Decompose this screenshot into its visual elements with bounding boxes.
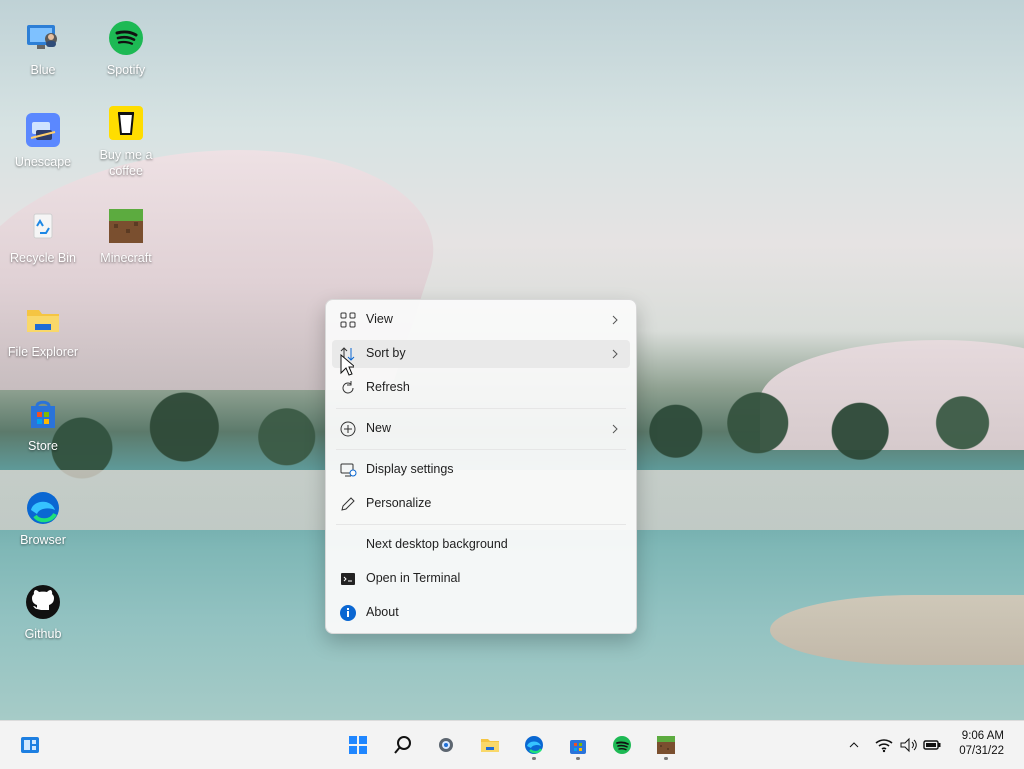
file-explorer-folder-icon [481,739,499,752]
chevron-right-icon [610,420,620,438]
menu-item-display-settings[interactable]: Display settings [332,456,630,484]
desktop-icon-recycle-bin[interactable]: Recycle Bin [0,208,86,266]
desktop-icon-unescape[interactable]: Unescape [0,112,86,170]
info-icon [339,604,357,622]
menu-item-open-in-terminal[interactable]: Open in Terminal [332,565,630,593]
desktop-icon-label: Github [24,627,62,641]
menu-item-about[interactable]: About [332,599,630,627]
menu-item-label: Next desktop background [366,537,508,551]
store-bag-icon [25,396,61,432]
desktop-icon-spotify[interactable]: Spotify [83,20,169,78]
running-indicator [532,757,536,760]
reed-bank [770,595,1024,665]
menu-separator [336,524,626,525]
pen-icon [339,495,357,513]
volume-icon[interactable] [898,735,918,755]
menu-item-new[interactable]: New [332,415,630,443]
desktop-icon-label: Unescape [14,155,72,169]
spotify-icon [108,20,144,56]
settings-button[interactable] [430,729,462,761]
menu-item-label: Personalize [366,496,432,510]
battery-icon[interactable] [922,735,942,755]
desktop-icon-label: Buy me a coffee [99,148,153,178]
recycle-bin-icon [25,208,61,244]
running-indicator [576,757,580,760]
minecraft-grass-block-icon [108,208,144,244]
taskbar: 9:06 AM 07/31/22 [0,720,1024,769]
menu-item-personalize[interactable]: Personalize [332,490,630,518]
chevron-up-icon[interactable] [844,735,864,755]
refresh-icon [339,379,357,397]
mouse-cursor-icon [340,353,357,376]
minecraft-taskbar-button[interactable] [650,729,682,761]
search-icon [394,736,411,754]
desktop-icon-buy-me-a-coffee[interactable]: Buy me a coffee [83,105,169,179]
desktop-icon-label: Spotify [106,63,146,77]
start-button[interactable] [342,729,374,761]
desktop-icon-blue[interactable]: Blue [0,20,86,78]
terminal-icon [339,570,357,588]
desktop-icon-browser[interactable]: Browser [0,490,86,548]
settings-gear-icon [439,738,453,752]
clock-time: 9:06 AM [961,730,1004,742]
menu-item-label: Refresh [366,380,410,394]
menu-item-label: About [366,605,399,619]
desktop-icon-label: Store [28,439,58,453]
edge-browser-icon [25,490,61,526]
running-indicator [664,757,668,760]
wifi-icon[interactable] [874,735,894,755]
desktop-icon-label: Blue [30,63,56,77]
menu-separator [336,449,626,450]
menu-separator [336,408,626,409]
desktop-icon-label: Minecraft [100,251,152,265]
desktop-icon-label: Recycle Bin [10,251,76,265]
menu-item-label: Open in Terminal [366,571,461,585]
folder-icon [25,302,61,338]
minecraft-grass-block-icon [657,736,675,754]
menu-item-label: Sort by [366,346,406,360]
desktop-icon-label: Browser [20,533,66,547]
desktop-icon-label: File Explorer [7,345,79,359]
menu-item-refresh[interactable]: Refresh [332,374,630,402]
desktop-context-menu: View Sort by Refresh New Display setting… [325,299,637,634]
desktop-icon-github[interactable]: Github [0,584,86,642]
menu-item-label: New [366,421,392,435]
github-icon [25,584,61,620]
desktop-background[interactable]: Blue Spotify Unescape Buy me a coffee Re… [0,0,1024,720]
desktop-icon-file-explorer[interactable]: File Explorer [0,302,86,360]
menu-item-label: Display settings [366,462,454,476]
unescape-icon [25,112,61,148]
plus-circle-icon [339,420,357,438]
spotify-taskbar-button[interactable] [606,729,638,761]
menu-item-next-desktop-background[interactable]: Next desktop background [332,531,630,559]
file-explorer-button[interactable] [474,729,506,761]
spotify-icon [613,736,631,754]
start-windows-icon [349,736,367,754]
edge-taskbar-button[interactable] [518,729,550,761]
widgets-button[interactable] [14,729,46,761]
desktop-icon-minecraft[interactable]: Minecraft [83,208,169,266]
menu-item-label: View [366,312,393,326]
grid-view-icon [339,311,357,329]
user-monitor-icon [25,20,61,56]
search-button[interactable] [387,729,419,761]
edge-browser-icon [525,736,543,754]
widgets-icon [21,737,39,753]
desktop-icon-store[interactable]: Store [0,396,86,454]
chevron-right-icon [610,311,620,329]
store-bag-icon [570,740,586,754]
menu-item-view[interactable]: View [332,306,630,334]
display-settings-icon [339,461,357,479]
chevron-right-icon [610,345,620,363]
coffee-cup-icon [108,105,144,141]
menu-item-sort-by[interactable]: Sort by [332,340,630,368]
store-taskbar-button[interactable] [562,729,594,761]
clock[interactable]: 9:06 AM 07/31/22 [959,729,1004,759]
clock-date: 07/31/22 [959,745,1004,757]
